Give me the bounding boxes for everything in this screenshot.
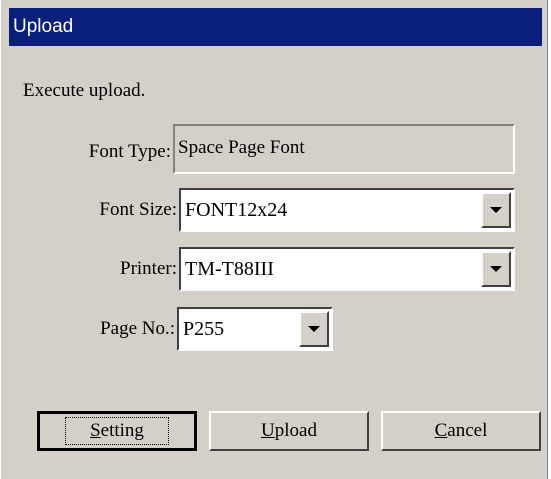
page-no-dropdown[interactable]: P255 (177, 307, 333, 351)
font-size-label: Font Size: (99, 199, 177, 220)
cancel-button[interactable]: Cancel (381, 411, 541, 451)
chevron-down-icon (308, 326, 320, 332)
upload-button-label: Upload (261, 420, 317, 441)
setting-button[interactable]: Setting (37, 411, 197, 451)
cancel-button-label: Cancel (434, 420, 488, 441)
font-type-field: Space Page Font (173, 124, 515, 174)
title-bar[interactable]: Upload (9, 8, 542, 46)
page-no-value: P255 (183, 318, 225, 340)
setting-button-label: Setting (65, 417, 169, 445)
instruction-text: Execute upload. (23, 80, 146, 101)
upload-button[interactable]: Upload (209, 411, 369, 451)
font-type-value: Space Page Font (178, 137, 305, 158)
chevron-down-icon (490, 266, 502, 272)
printer-dropdown-button[interactable] (481, 251, 511, 287)
window-title: Upload (13, 16, 74, 37)
printer-value: TM-T88III (185, 258, 274, 280)
printer-dropdown[interactable]: TM-T88III (179, 247, 515, 291)
font-size-value: FONT12x24 (185, 199, 288, 221)
font-type-label: Font Type: (88, 141, 171, 162)
font-size-dropdown[interactable]: FONT12x24 (179, 188, 515, 232)
page-no-label: Page No.: (100, 318, 175, 339)
printer-label: Printer: (120, 258, 177, 279)
page-no-dropdown-button[interactable] (299, 311, 329, 347)
chevron-down-icon (490, 207, 502, 213)
font-size-dropdown-button[interactable] (481, 192, 511, 228)
upload-dialog: Upload Execute upload. Font Type: Space … (0, 0, 548, 479)
